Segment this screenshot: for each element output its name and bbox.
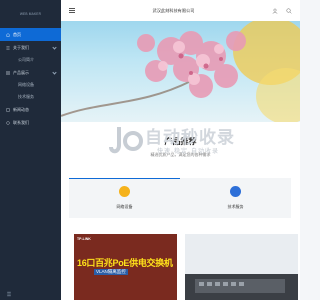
- watermark-logo-icon: [109, 127, 143, 154]
- sidebar-subitem-tech-services[interactable]: 技术服务: [0, 91, 61, 103]
- top-bar: 武汉此刻科技有限公司: [61, 0, 300, 21]
- tab-label: 网络设备: [116, 204, 133, 209]
- logo-text: WEB MAKER: [19, 12, 42, 16]
- list-icon: [6, 46, 10, 49]
- active-tab-indicator: [69, 178, 180, 179]
- cherry-blossom-image: [61, 21, 300, 122]
- chevron-down-icon: [52, 70, 57, 75]
- product-card[interactable]: TP-LINK 16口百兆PoE供电交换机 VLAN隔离监控: [74, 234, 177, 300]
- product-card[interactable]: [185, 234, 298, 300]
- product-grid: TP-LINK 16口百兆PoE供电交换机 VLAN隔离监控: [74, 234, 298, 300]
- tab-tech-services[interactable]: 技术服务: [180, 178, 291, 218]
- sidebar-item-news[interactable]: 新闻动态: [0, 103, 61, 116]
- sidebar-item-label: 产品展示: [13, 69, 29, 75]
- sidebar: WEB MAKER 首页 关于我们 公司简介 产品展示 网络设备 技术服务 新闻…: [0, 0, 61, 300]
- watermark-title: 自动秒收录: [145, 128, 235, 147]
- watermark-subtitle: 快速·稳定·自动收录: [157, 149, 219, 155]
- sidebar-item-about[interactable]: 关于我们: [0, 41, 61, 54]
- chevron-down-icon: [52, 45, 57, 50]
- grid-icon: [6, 70, 10, 75]
- sidebar-item-label: 关于我们: [13, 44, 29, 50]
- sidebar-item-label: 网络设备: [18, 82, 34, 87]
- sidebar-item-home[interactable]: 首页: [0, 28, 61, 41]
- sidebar-subitem-company-profile[interactable]: 公司简介: [0, 54, 61, 66]
- tab-label: 技术服务: [227, 204, 244, 209]
- company-title: 武汉此刻科技有限公司: [152, 7, 195, 13]
- tech-service-icon: [230, 186, 241, 197]
- sidebar-item-label: 联系我们: [13, 119, 29, 125]
- product-image: [185, 274, 298, 300]
- document-icon: [6, 107, 10, 112]
- user-icon[interactable]: [272, 8, 278, 14]
- sidebar-item-label: 首页: [13, 31, 21, 37]
- sidebar-item-label: 公司简介: [18, 57, 34, 62]
- home-icon: [6, 32, 10, 37]
- sidebar-item-contact[interactable]: 联系我们: [0, 116, 61, 129]
- sidebar-item-label: 新闻动态: [13, 106, 29, 112]
- phone-icon: [6, 120, 10, 125]
- network-device-icon: [119, 186, 130, 197]
- watermark-overlay: 自动秒收录 快速·稳定·自动收录: [107, 123, 297, 159]
- category-tabs: 网络设备 技术服务: [69, 178, 291, 218]
- collapse-icon[interactable]: [6, 291, 12, 297]
- product-title: 16口百兆PoE供电交换机: [77, 258, 173, 268]
- sidebar-item-products[interactable]: 产品展示: [0, 66, 61, 79]
- brand-label: TP-LINK: [77, 237, 91, 241]
- site-logo[interactable]: WEB MAKER: [0, 0, 61, 28]
- sidebar-subitem-network-devices[interactable]: 网络设备: [0, 79, 61, 91]
- sidebar-item-label: 技术服务: [18, 94, 34, 99]
- hero-banner: [61, 21, 300, 122]
- tab-network-devices[interactable]: 网络设备: [69, 178, 180, 218]
- product-subtitle: VLAN隔离监控: [94, 269, 128, 275]
- search-icon[interactable]: [286, 7, 292, 14]
